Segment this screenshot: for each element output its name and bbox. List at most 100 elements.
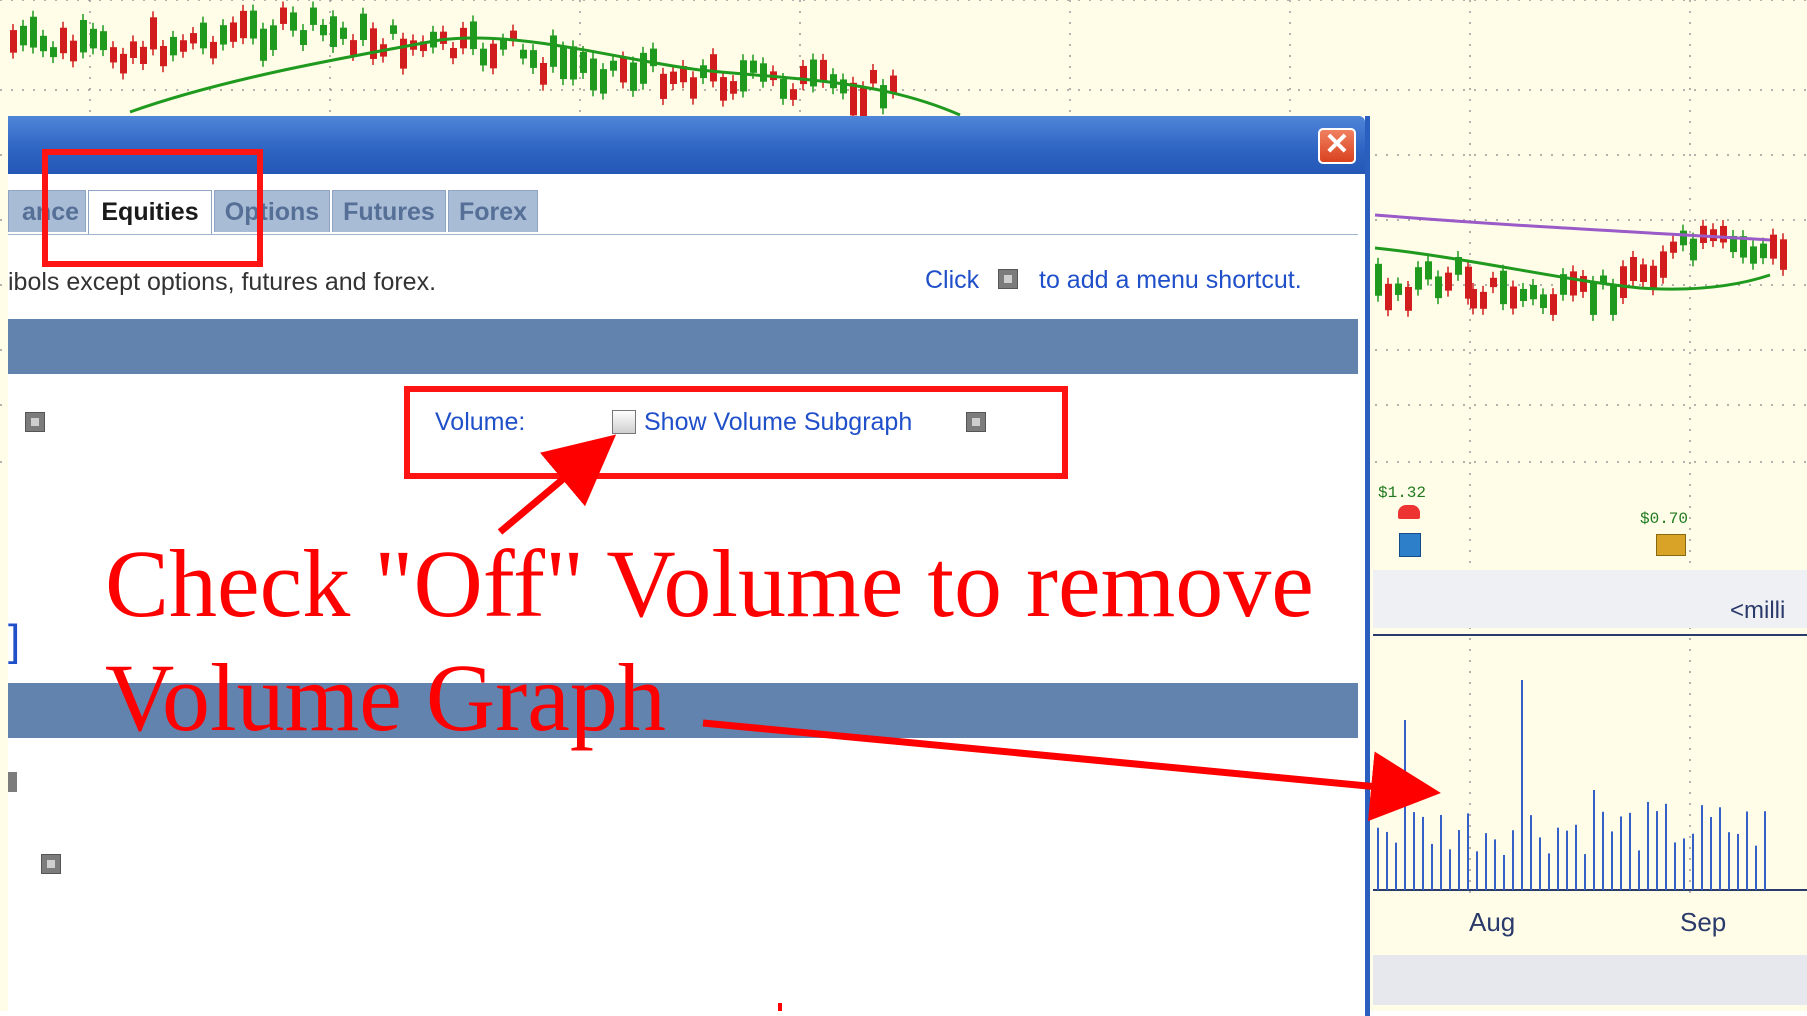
candle bbox=[850, 82, 857, 116]
tab-forex[interactable]: Forex bbox=[448, 190, 538, 232]
candle bbox=[20, 25, 27, 46]
candle bbox=[1510, 286, 1517, 309]
candle bbox=[1640, 264, 1647, 283]
candle bbox=[1550, 294, 1557, 315]
candle bbox=[1680, 230, 1687, 246]
candle bbox=[1620, 266, 1627, 298]
bracket-glyph: ] bbox=[8, 616, 21, 665]
candle bbox=[200, 22, 207, 49]
candle bbox=[1720, 225, 1727, 243]
candle bbox=[1610, 284, 1617, 315]
tab-futures[interactable]: Futures bbox=[332, 190, 446, 232]
candle bbox=[500, 39, 507, 50]
candle bbox=[890, 75, 897, 93]
candle bbox=[400, 38, 407, 69]
candle bbox=[1770, 234, 1777, 259]
candle bbox=[1540, 294, 1547, 308]
candle bbox=[1750, 246, 1757, 264]
candle bbox=[660, 73, 667, 99]
candle bbox=[760, 63, 767, 82]
candle bbox=[1480, 291, 1487, 309]
candle bbox=[280, 7, 287, 24]
candle bbox=[1500, 270, 1507, 305]
candle bbox=[1650, 265, 1657, 290]
candle bbox=[1395, 283, 1402, 295]
candle bbox=[560, 47, 567, 80]
candle bbox=[670, 71, 677, 84]
candle bbox=[150, 17, 157, 50]
shortcut-icon-hint bbox=[998, 269, 1018, 289]
scroll-strip bbox=[1373, 955, 1807, 1005]
candle bbox=[470, 21, 477, 50]
shortcut-icon-left-1[interactable] bbox=[25, 412, 45, 432]
candle bbox=[540, 62, 547, 85]
candle bbox=[10, 30, 17, 53]
candle bbox=[1660, 251, 1667, 278]
candle bbox=[880, 85, 887, 109]
close-button[interactable]: ✕ bbox=[1318, 128, 1356, 164]
candle bbox=[570, 46, 577, 80]
earnings-icon bbox=[1399, 533, 1421, 557]
candle bbox=[40, 35, 47, 52]
candle bbox=[390, 25, 397, 34]
annotation-line-2: Volume Graph bbox=[105, 644, 666, 751]
candle bbox=[1780, 239, 1787, 270]
candle bbox=[1490, 277, 1497, 288]
candle bbox=[180, 40, 187, 52]
candle bbox=[220, 25, 227, 45]
phone-icon bbox=[1398, 505, 1420, 519]
candle bbox=[1530, 284, 1537, 300]
candle bbox=[780, 78, 787, 99]
candle bbox=[320, 24, 327, 36]
candle bbox=[130, 41, 137, 58]
shortcut-hint-prefix: Click bbox=[925, 266, 980, 294]
dividend-label-1: $1.32 bbox=[1378, 484, 1427, 502]
candle bbox=[610, 60, 617, 71]
candle bbox=[210, 41, 217, 59]
shortcut-icon-left-2[interactable] bbox=[8, 772, 17, 792]
candle bbox=[690, 77, 697, 99]
candle bbox=[630, 62, 637, 91]
candle bbox=[440, 31, 447, 44]
candle bbox=[60, 27, 67, 54]
candle bbox=[730, 81, 737, 94]
tab-description: ibols except options, futures and forex. bbox=[8, 268, 437, 296]
month-label-aug: Aug bbox=[1469, 907, 1516, 937]
candle bbox=[340, 27, 347, 39]
candle bbox=[230, 22, 237, 42]
candle bbox=[860, 87, 867, 117]
section-bar-top bbox=[8, 319, 1358, 374]
candle bbox=[350, 40, 357, 55]
candle bbox=[370, 28, 377, 59]
candle bbox=[1580, 275, 1587, 292]
candle bbox=[80, 20, 87, 53]
candle bbox=[100, 31, 107, 51]
candle bbox=[1570, 271, 1577, 296]
candle bbox=[1470, 288, 1477, 309]
candle bbox=[90, 28, 97, 49]
candle bbox=[790, 89, 797, 100]
candle bbox=[1425, 261, 1432, 280]
candle bbox=[250, 10, 257, 39]
candle bbox=[450, 47, 457, 59]
candle bbox=[1700, 225, 1707, 243]
shortcut-icon-left-3[interactable] bbox=[41, 854, 61, 874]
candle bbox=[260, 28, 267, 61]
candle bbox=[270, 25, 277, 50]
candle bbox=[590, 58, 597, 91]
annotation-line-1: Check "Off" Volume to remove bbox=[105, 530, 1314, 637]
candle bbox=[520, 49, 527, 59]
candle bbox=[710, 54, 717, 82]
candle bbox=[1630, 256, 1637, 281]
candle bbox=[550, 35, 557, 67]
candle bbox=[720, 77, 727, 101]
candle bbox=[360, 13, 367, 41]
highlight-volume-option bbox=[404, 386, 1068, 479]
candle bbox=[190, 33, 197, 44]
candle bbox=[1375, 263, 1382, 296]
candle bbox=[310, 7, 317, 25]
candle bbox=[1520, 288, 1527, 302]
volume-unit-label: <milli bbox=[1730, 597, 1786, 624]
candle bbox=[640, 52, 647, 84]
candle bbox=[50, 47, 57, 58]
